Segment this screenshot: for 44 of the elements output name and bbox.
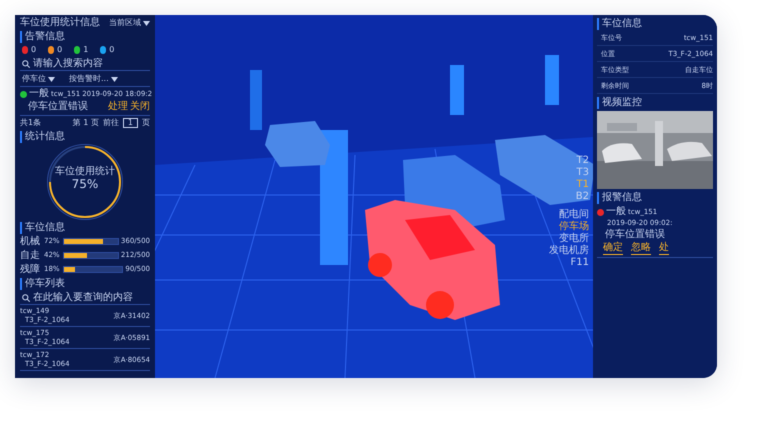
page-unit: 页: [142, 117, 150, 129]
search-icon: [22, 294, 30, 302]
area-dropdown[interactable]: 当前区域: [109, 17, 150, 29]
count-value: 0: [31, 44, 36, 56]
building-tab[interactable]: 变电所: [559, 233, 589, 245]
section-title: 车位信息: [597, 18, 713, 30]
section-title: 报警信息: [597, 192, 713, 204]
section-title: 车位信息: [20, 222, 150, 234]
gauge-label: 车位使用统计: [55, 166, 115, 178]
action-dropdown[interactable]: 忽略: [631, 242, 651, 255]
section-title: 统计信息: [20, 131, 150, 143]
building-tab[interactable]: 停车场: [559, 221, 589, 233]
action-link[interactable]: 关闭: [130, 101, 150, 113]
alert-message: 停车位置错误: [27, 101, 89, 113]
gauge-value: 75%: [72, 178, 98, 190]
action-link[interactable]: 处理: [108, 101, 128, 113]
building-tab[interactable]: F11: [570, 257, 589, 269]
count-value: 0: [57, 44, 62, 56]
building-tab[interactable]: 配电间: [559, 209, 589, 221]
caret-icon: [48, 76, 55, 82]
building-tab[interactable]: 发电机房: [549, 245, 589, 257]
page-input[interactable]: 1: [122, 118, 138, 128]
alarm-message: 停车位置错误: [604, 229, 666, 241]
action-dropdown[interactable]: 确定: [603, 242, 623, 255]
page-number: 第 1 页: [72, 117, 99, 129]
section-title: 停车列表: [20, 278, 150, 290]
total-count: 共1条: [20, 117, 42, 129]
filter-dropdown[interactable]: 按告警时...: [69, 73, 118, 85]
space-type: 自走: [20, 250, 41, 262]
panel-title: 车位使用统计信息: [20, 17, 100, 29]
action-dropdown[interactable]: 处: [659, 242, 669, 255]
count-value: 1: [83, 44, 88, 56]
space-type: 残障: [20, 264, 41, 276]
goto-label: 前往: [102, 117, 119, 129]
filter-dropdown[interactable]: 停车位: [22, 73, 55, 85]
count-value: 0: [109, 44, 114, 56]
alert-level: 一般: [29, 88, 49, 100]
caret-icon: [143, 20, 150, 26]
section-title: 告警信息: [20, 31, 150, 43]
caret-icon: [110, 76, 118, 82]
section-title: 视频监控: [597, 97, 713, 109]
space-type: 机械: [20, 236, 41, 248]
alarm-level: 一般: [606, 206, 626, 218]
search-icon: [22, 60, 30, 68]
